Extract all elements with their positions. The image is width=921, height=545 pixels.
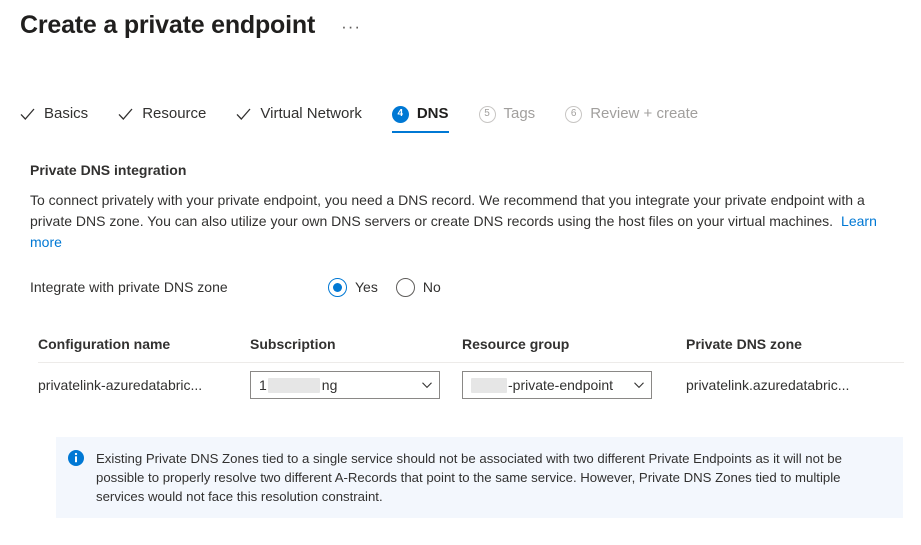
tab-resource[interactable]: Resource [118,104,206,133]
resource-group-dropdown-value: -private-endpoint [471,376,629,394]
subscription-dropdown-value: 1 ng [259,376,417,394]
chevron-down-icon [421,379,433,391]
cell-resource-group: -private-endpoint [462,371,686,399]
tab-tags[interactable]: 5 Tags [478,104,536,133]
resource-group-value-suffix: -private-endpoint [508,377,614,393]
page-title: Create a private endpoint [20,11,316,39]
section-title: Private DNS integration [30,162,187,178]
radio-no-label: No [422,279,441,295]
column-header-configuration-name: Configuration name [38,336,171,352]
redaction-block [267,377,320,393]
tab-basics[interactable]: Basics [20,104,88,133]
step-number-badge: 4 [391,105,409,123]
table-row: privatelink-azuredatabric... 1 ng -priva… [38,363,904,407]
step-number-badge: 5 [478,105,496,123]
step-number-badge: 6 [565,105,583,123]
chevron-down-icon [633,379,645,391]
wizard-tab-list: Basics Resource Virtual Network 4 DNS 5 … [20,104,728,144]
tab-label: Tags [503,105,536,122]
radio-yes-indicator[interactable] [328,277,347,297]
column-header-private-dns-zone: Private DNS zone [686,336,802,352]
tab-label: DNS [416,105,449,122]
tab-label: Virtual Network [260,105,362,122]
dns-configuration-table: Configuration name Subscription Resource… [38,334,904,407]
check-icon [236,107,251,122]
redaction-block [471,377,507,393]
cell-subscription: 1 ng [250,371,462,399]
subscription-value-prefix: 1 [259,377,267,393]
column-header-subscription: Subscription [250,336,336,352]
tab-virtual-network[interactable]: Virtual Network [236,104,362,133]
tab-dns[interactable]: 4 DNS [391,104,449,133]
column-header-resource-group: Resource group [462,336,570,352]
info-icon [68,450,84,466]
subscription-dropdown[interactable]: 1 ng [250,371,440,399]
configuration-name-value: privatelink-azuredatabric... [38,377,203,393]
tab-label: Resource [142,105,207,122]
section-description-text: To connect privately with your private e… [30,192,865,229]
info-banner: Existing Private DNS Zones tied to a sin… [56,437,903,518]
radio-option-yes[interactable]: Yes [328,277,378,297]
tab-label: Review + create [590,105,699,122]
check-icon [20,107,35,122]
subscription-value-suffix: ng [321,377,338,393]
radio-no-indicator[interactable] [395,277,415,297]
active-tab-underline [391,131,449,133]
section-description: To connect privately with your private e… [30,190,894,253]
radio-option-no[interactable]: No [395,277,441,297]
integrate-private-dns-zone-label: Integrate with private DNS zone [30,279,228,295]
more-actions-button[interactable]: ··· [341,18,361,42]
integrate-private-dns-zone-row: Integrate with private DNS zone Yes No [30,276,459,298]
cell-configuration-name: privatelink-azuredatabric... [38,375,250,395]
tab-label: Basics [44,105,89,122]
cell-private-dns-zone: privatelink.azuredatabric... [686,375,896,395]
private-dns-zone-value: privatelink.azuredatabric... [686,377,850,393]
table-header-row: Configuration name Subscription Resource… [38,334,904,363]
info-banner-message: Existing Private DNS Zones tied to a sin… [96,451,842,504]
check-icon [118,107,133,122]
resource-group-dropdown[interactable]: -private-endpoint [462,371,652,399]
tab-review-create[interactable]: 6 Review + create [565,104,698,133]
radio-yes-label: Yes [355,279,378,295]
page-header: Create a private endpoint ··· [20,8,361,42]
